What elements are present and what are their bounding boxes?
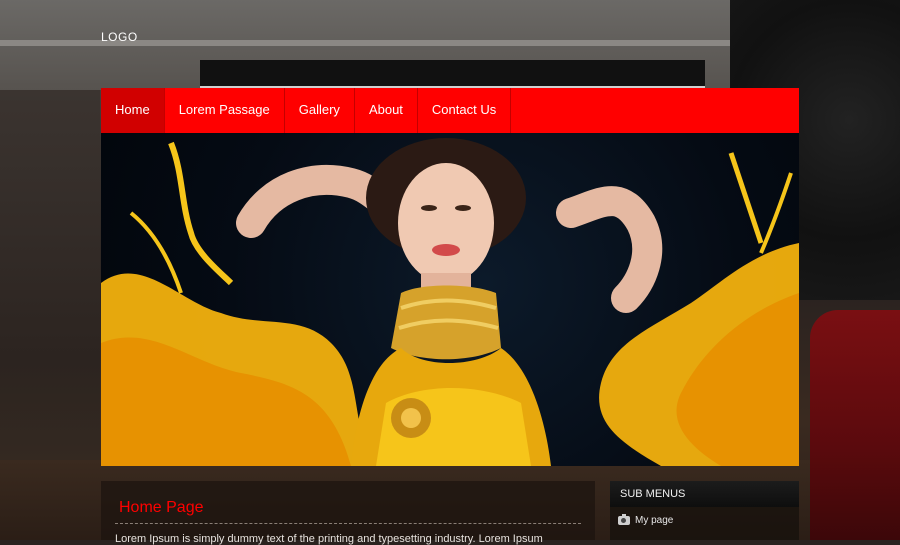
hero-illustration (101, 138, 799, 466)
red-sofa (810, 310, 900, 540)
sidebar-item-label: My page (635, 515, 674, 526)
sidebar-title: SUB MENUS (610, 481, 799, 507)
nav-about[interactable]: About (355, 88, 418, 133)
sidebar-item-my-page[interactable]: My page (618, 514, 674, 526)
camera-icon (618, 514, 630, 525)
main-content-panel: Home Page Lorem Ipsum is simply dummy te… (101, 481, 595, 545)
nav-gallery[interactable]: Gallery (285, 88, 355, 133)
page-title: Home Page (119, 499, 204, 516)
nav-home[interactable]: Home (101, 88, 165, 133)
nav-lorem-passage[interactable]: Lorem Passage (165, 88, 285, 133)
main-nav: Home Lorem Passage Gallery About Contact… (101, 88, 799, 133)
sidebar-panel: SUB MENUS My page (610, 481, 799, 540)
content-text: Lorem Ipsum is simply dummy text of the … (115, 533, 543, 545)
hero-banner-image (101, 133, 799, 466)
nav-contact-us[interactable]: Contact Us (418, 88, 512, 133)
logo[interactable]: LOGO (101, 30, 138, 44)
content-divider (115, 523, 581, 524)
backdrop-roll (200, 60, 705, 90)
